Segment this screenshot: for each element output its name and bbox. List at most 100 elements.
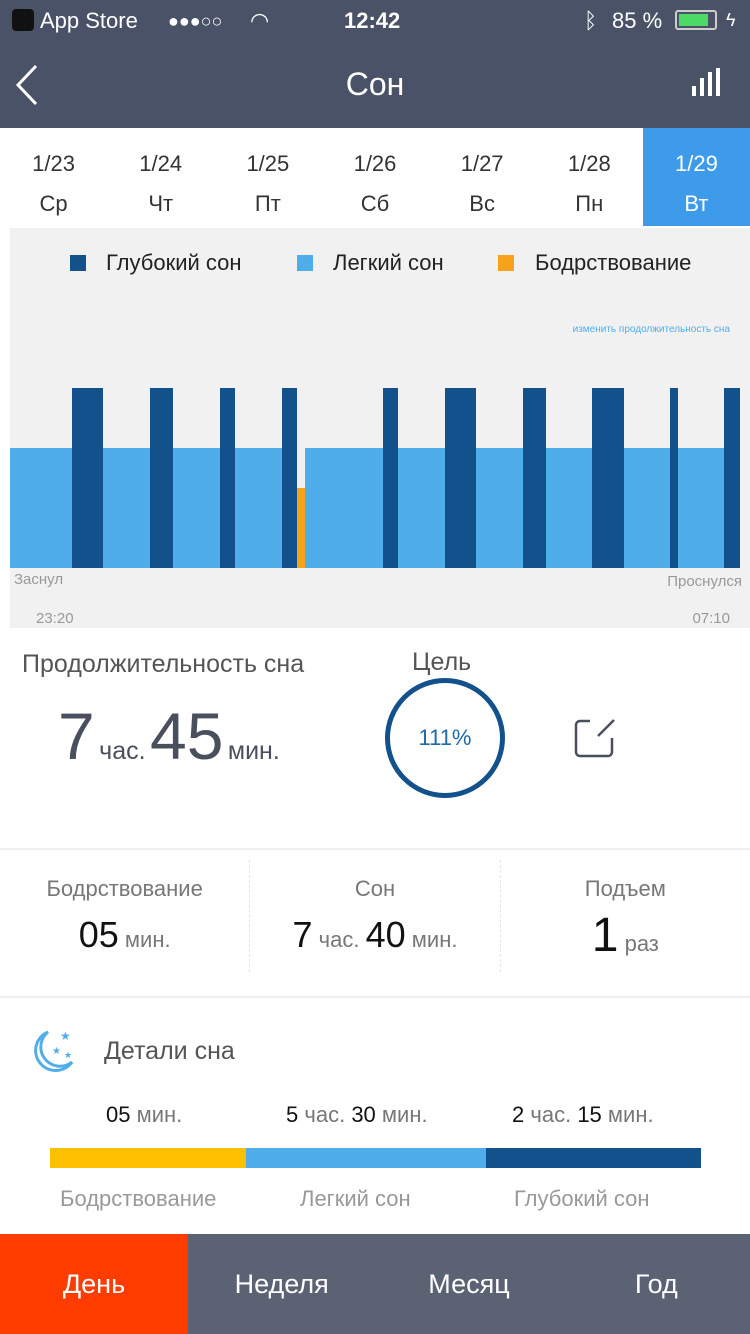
edit-icon[interactable] bbox=[574, 716, 618, 760]
segment-awake bbox=[297, 488, 306, 568]
metric-wakeups: Подъем 1 раз bbox=[501, 860, 750, 972]
segment-light bbox=[305, 448, 383, 568]
metric-sleep: Сон 7 час. 40 мин. bbox=[250, 860, 501, 972]
segment-deep bbox=[72, 388, 104, 568]
detail-awake-value: 05 мин. bbox=[106, 1102, 183, 1127]
date-1-25[interactable]: 1/25 Пт bbox=[214, 128, 321, 226]
date-number: 1/29 bbox=[675, 151, 718, 176]
date-number: 1/26 bbox=[353, 151, 397, 176]
date-selector: 1/23 Ср 1/24 Чт 1/25 Пт 1/26 Сб 1/27 Вс 1/28 Пн 1/29… bbox=[0, 128, 750, 226]
weekday: Ср bbox=[39, 191, 68, 216]
composition-segment-2 bbox=[486, 1148, 701, 1168]
woke-up-label: Проснулся bbox=[667, 573, 742, 590]
metric-value: 05 bbox=[78, 914, 119, 955]
metric-label: Сон bbox=[354, 876, 396, 901]
metric-label: Бодрствование bbox=[46, 876, 203, 901]
sleep-chart: Глубокий сон Легкий сон Бодрствование из… bbox=[10, 228, 750, 628]
signal-icon: ●●●○○ bbox=[168, 11, 223, 31]
date-number: 1/27 bbox=[460, 151, 504, 176]
end-time: 07:10 bbox=[692, 610, 730, 627]
date-1-26[interactable]: 1/26 Сб bbox=[321, 128, 428, 226]
tab-3[interactable]: Год bbox=[563, 1234, 750, 1334]
sleep-segments bbox=[10, 228, 740, 568]
goal-label: Цель bbox=[412, 648, 472, 676]
segment-deep bbox=[382, 388, 399, 568]
sleep-composition-bar bbox=[50, 1148, 701, 1168]
detail-deep-value: 2 час. 15 мин. bbox=[512, 1102, 654, 1127]
back-app-label[interactable]: App Store bbox=[40, 8, 138, 34]
date-1-24[interactable]: 1/24 Чт bbox=[107, 128, 214, 226]
divider bbox=[0, 848, 750, 850]
weekday: Вт bbox=[684, 191, 709, 216]
svg-text:★: ★ bbox=[60, 1029, 71, 1043]
header-bar: App Store ●●●○○ ◠ 12:42 ᛒ 85 % ϟ Сон bbox=[0, 0, 750, 128]
date-1-28[interactable]: 1/28 Пн bbox=[536, 128, 643, 226]
duration-hours: 7 bbox=[58, 699, 95, 773]
segment-light bbox=[677, 448, 725, 568]
total-duration: 7 час. 45 мин. bbox=[58, 698, 280, 774]
goal-ring: 111% bbox=[385, 678, 505, 798]
metric-awake: Бодрствование 05 мин. bbox=[0, 860, 251, 972]
segment-deep bbox=[281, 388, 298, 568]
start-time: 23:20 bbox=[36, 610, 74, 627]
metric-label: Подъем bbox=[584, 876, 666, 901]
metric-value: 1 bbox=[591, 909, 619, 962]
metric-unit: мин. bbox=[411, 927, 458, 952]
weekday: Вс bbox=[469, 191, 495, 216]
duration-minutes: 45 bbox=[150, 699, 224, 773]
weekday: Пн bbox=[575, 191, 604, 216]
detail-awake-label: Бодрствование bbox=[60, 1186, 217, 1211]
metrics-row: Бодрствование 05 мин. Сон 7 час. 40 мин.… bbox=[0, 860, 750, 972]
date-1-23[interactable]: 1/23 Ср bbox=[0, 128, 107, 226]
battery-percent: 85 % bbox=[612, 8, 663, 33]
weekday: Пт bbox=[254, 191, 281, 216]
weekday: Сб bbox=[360, 191, 390, 216]
charging-icon: ϟ bbox=[726, 10, 736, 30]
period-tabs: День Неделя Месяц Год bbox=[0, 1234, 750, 1334]
date-number: 1/25 bbox=[246, 151, 290, 176]
svg-text:★: ★ bbox=[52, 1046, 61, 1057]
back-to-app-icon[interactable] bbox=[12, 9, 34, 31]
minutes-unit: мин. bbox=[227, 737, 280, 765]
segment-light bbox=[235, 448, 282, 568]
segment-light bbox=[545, 448, 593, 568]
tab-2[interactable]: Месяц bbox=[375, 1234, 562, 1334]
segment-deep bbox=[724, 388, 740, 568]
hours-unit: час. bbox=[99, 737, 146, 765]
battery-icon bbox=[675, 10, 717, 30]
segment-light bbox=[10, 448, 73, 568]
page-title: Сон bbox=[345, 66, 405, 102]
metric-unit: раз bbox=[624, 931, 659, 956]
tab-0[interactable]: День bbox=[0, 1234, 188, 1334]
details-title: Детали сна bbox=[104, 1037, 235, 1065]
segment-deep bbox=[670, 388, 678, 568]
weekday: Чт bbox=[148, 191, 174, 216]
tab-1[interactable]: Неделя bbox=[188, 1234, 375, 1334]
metric-value: 40 bbox=[365, 914, 406, 955]
date-1-29[interactable]: 1/29 Вт bbox=[642, 128, 750, 226]
date-number: 1/28 bbox=[567, 151, 611, 176]
segment-light bbox=[173, 448, 220, 568]
detail-deep-label: Глубокий сон bbox=[514, 1186, 650, 1211]
divider bbox=[0, 996, 750, 998]
segment-deep bbox=[444, 388, 476, 568]
date-1-27[interactable]: 1/27 Вс bbox=[429, 128, 536, 226]
segment-deep bbox=[219, 388, 236, 568]
segment-light bbox=[103, 448, 150, 568]
moon-stars-icon: ★★ ★ bbox=[34, 1029, 74, 1072]
clock: 12:42 bbox=[344, 8, 401, 33]
date-number: 1/23 bbox=[32, 151, 75, 176]
metric-unit: мин. bbox=[124, 927, 171, 952]
segment-light bbox=[475, 448, 523, 568]
segment-deep bbox=[592, 388, 624, 568]
duration-title: Продолжительность сна bbox=[22, 650, 305, 678]
segment-light bbox=[398, 448, 445, 568]
detail-light-label: Легкий сон bbox=[300, 1186, 411, 1211]
bluetooth-icon: ᛒ bbox=[584, 8, 598, 33]
segment-deep bbox=[522, 388, 546, 568]
composition-segment-1 bbox=[246, 1148, 486, 1168]
segment-light bbox=[623, 448, 671, 568]
metric-value: 7 bbox=[292, 914, 313, 955]
bar-chart-icon[interactable] bbox=[692, 68, 720, 98]
date-number: 1/24 bbox=[139, 151, 183, 176]
